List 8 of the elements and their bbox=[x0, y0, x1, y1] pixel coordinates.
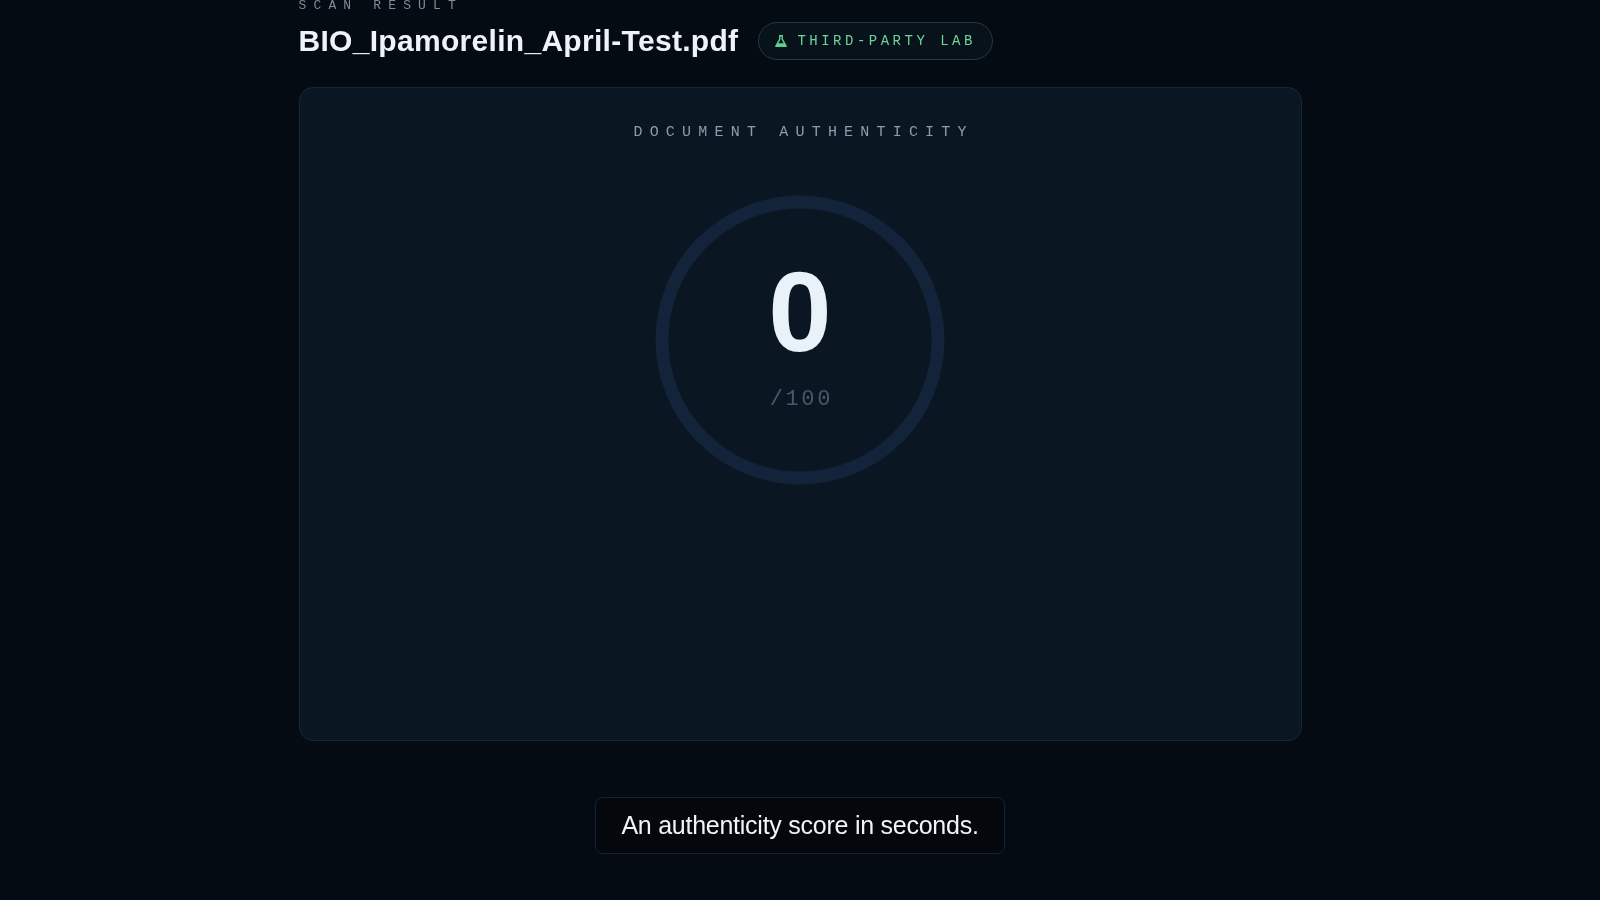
caption-text: An authenticity score in seconds. bbox=[595, 797, 1005, 854]
score-value: 0 bbox=[768, 262, 832, 362]
card-title: DOCUMENT AUTHENTICITY bbox=[632, 123, 974, 143]
score-max: /100 bbox=[768, 388, 833, 412]
eyebrow-label: SCAN RESULT bbox=[298, 0, 463, 12]
badge-label: THIRD-PARTY LAB bbox=[797, 31, 976, 51]
file-name-title: BIO_Ipamorelin_April-Test.pdf bbox=[298, 23, 739, 59]
flask-icon bbox=[775, 35, 788, 47]
